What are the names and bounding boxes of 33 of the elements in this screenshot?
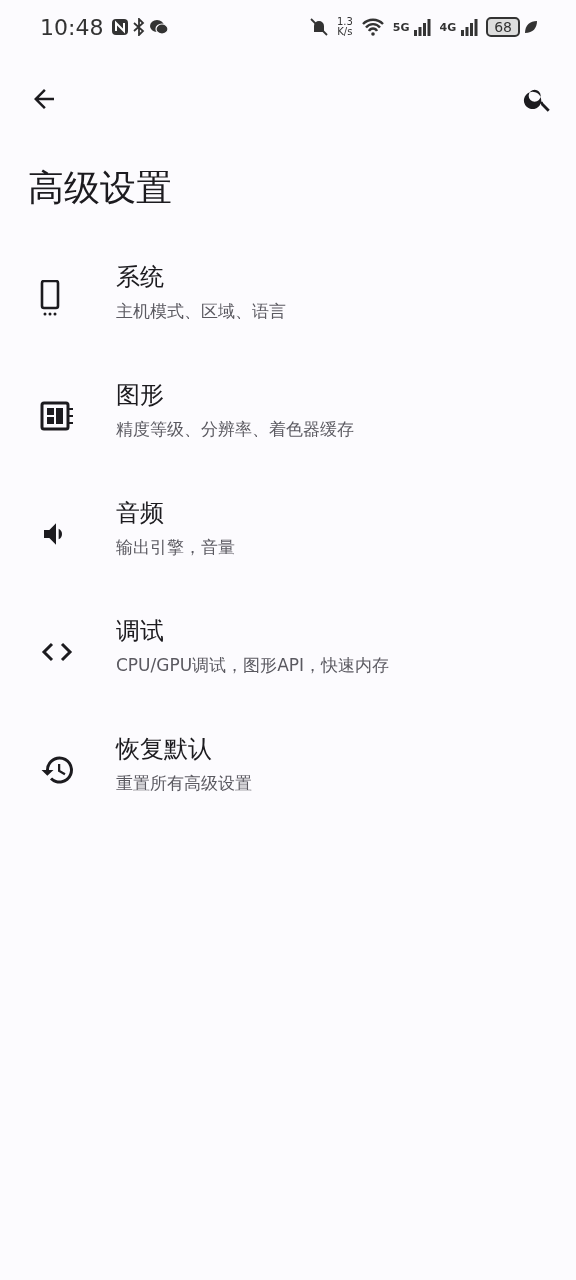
settings-item[interactable]: 系统 主机模式、区域、语言 [0, 238, 576, 358]
signal-icon [460, 18, 479, 36]
item-subtitle: CPU/GPU调试，图形API，快速内存 [116, 653, 390, 677]
settings-item[interactable]: 音频 输出引擎，音量 [0, 474, 576, 594]
item-title: 调试 [116, 615, 165, 646]
wifi-icon [360, 18, 385, 36]
status-time: 10:48 [40, 14, 104, 40]
item-title: 系统 [116, 261, 165, 292]
settings-item[interactable]: 恢复默认 重置所有高级设置 [0, 710, 576, 830]
chat-icon [149, 18, 170, 36]
speed-unit: K/s [337, 27, 353, 37]
network-label: 5G [392, 20, 410, 34]
nfc-icon [111, 18, 130, 36]
item-title: 恢复默认 [116, 733, 213, 764]
network-label: 4G [439, 20, 457, 34]
phone-icon [40, 280, 60, 316]
item-subtitle: 输出引擎，音量 [116, 535, 235, 559]
chip-icon [40, 401, 74, 431]
settings-item[interactable]: 调试 CPU/GPU调试，图形API，快速内存 [0, 592, 576, 712]
item-title: 音频 [116, 497, 165, 528]
speed-value: 1.3 [336, 17, 353, 27]
bluetooth-icon [133, 18, 146, 36]
leaf-icon [524, 20, 538, 34]
settings-item[interactable]: 图形 精度等级、分辨率、着色器缓存 [0, 356, 576, 476]
item-subtitle: 主机模式、区域、语言 [116, 299, 286, 323]
battery-level: 68 [486, 17, 520, 37]
page-title: 高级设置 [27, 166, 173, 210]
muted-bell-icon [308, 17, 329, 37]
item-subtitle: 精度等级、分辨率、着色器缓存 [116, 417, 354, 441]
item-title: 图形 [116, 379, 165, 410]
signal-icon [413, 18, 432, 36]
item-subtitle: 重置所有高级设置 [116, 771, 252, 795]
code-icon [40, 641, 74, 663]
